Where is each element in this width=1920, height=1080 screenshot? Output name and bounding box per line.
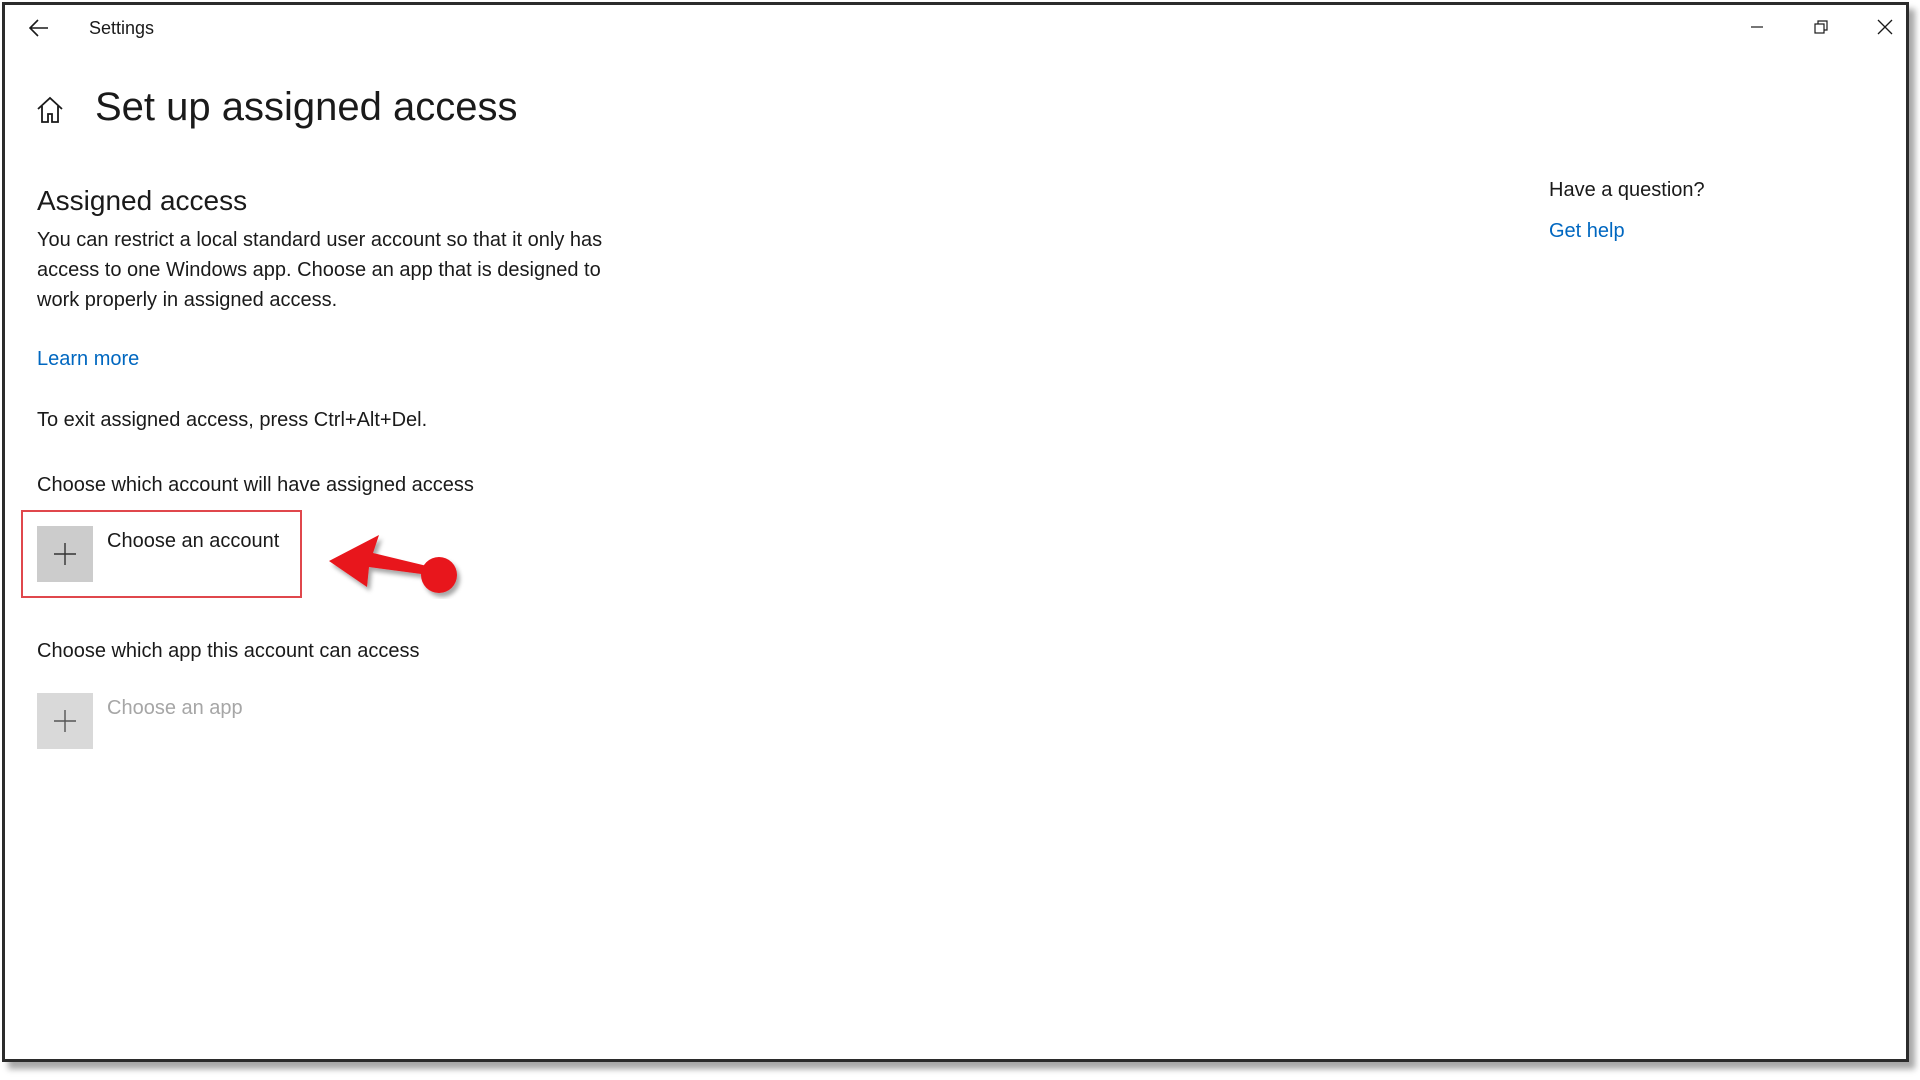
home-button[interactable]	[35, 95, 69, 129]
choose-app-label: Choose an app	[107, 697, 243, 719]
learn-more-link[interactable]: Learn more	[37, 348, 139, 371]
get-help-link[interactable]: Get help	[1549, 220, 1625, 243]
choose-account-button[interactable]: Choose an account	[37, 526, 279, 582]
account-plus-tile	[37, 526, 93, 582]
back-arrow-icon	[29, 19, 48, 37]
page-title: Set up assigned access	[95, 85, 518, 129]
app-section-label: Choose which app this account can access	[37, 640, 420, 662]
settings-window: Settings Set up assigned access Assigned…	[2, 2, 1909, 1062]
restore-icon	[1814, 20, 1828, 34]
section-title: Assigned access	[37, 185, 248, 216]
restore-button[interactable]	[1789, 5, 1853, 49]
minimize-icon	[1751, 26, 1763, 28]
plus-icon	[54, 543, 76, 565]
app-plus-tile	[37, 693, 93, 749]
choose-app-button[interactable]: Choose an app	[37, 693, 243, 749]
screenshot-stage: Settings Set up assigned access Assigned…	[0, 0, 1920, 1080]
exit-instructions: To exit assigned access, press Ctrl+Alt+…	[37, 409, 428, 431]
plus-icon	[54, 710, 76, 732]
choose-account-label: Choose an account	[107, 530, 280, 552]
close-button[interactable]	[1853, 5, 1917, 49]
home-icon	[37, 96, 63, 123]
title-bar: Settings	[5, 5, 1906, 51]
help-heading: Have a question?	[1549, 179, 1705, 201]
annotation-arrow-icon	[329, 535, 457, 593]
account-section-label: Choose which account will have assigned …	[37, 474, 474, 496]
section-description: You can restrict a local standard user a…	[37, 229, 603, 311]
minimize-button[interactable]	[1725, 5, 1789, 49]
app-title: Settings	[89, 18, 155, 38]
back-button[interactable]	[19, 11, 59, 45]
close-icon	[1877, 19, 1893, 35]
